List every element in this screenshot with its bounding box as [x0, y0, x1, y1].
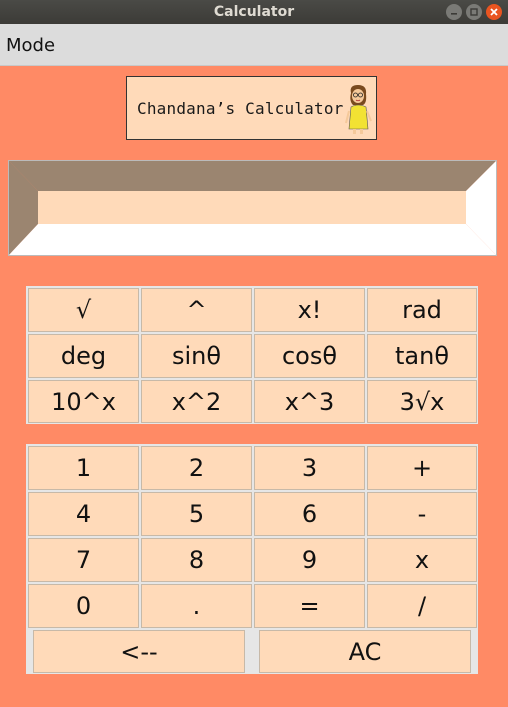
factorial-button[interactable]: x! [254, 288, 365, 332]
minimize-button[interactable] [446, 4, 462, 20]
display-frame [8, 160, 497, 256]
menu-bar: Mode [0, 24, 508, 66]
menu-item-mode[interactable]: Mode [6, 35, 55, 56]
title-bar: Calculator [0, 0, 508, 24]
logo-banner: Chandana’s Calculator [126, 76, 377, 140]
ten-power-button[interactable]: 10^x [28, 380, 139, 423]
equals-button[interactable]: = [254, 584, 365, 628]
close-button[interactable] [486, 4, 502, 20]
display-field[interactable] [38, 191, 466, 224]
square-button[interactable]: x^2 [141, 380, 252, 423]
minus-button[interactable]: - [367, 492, 477, 536]
close-icon [490, 8, 498, 16]
cos-button[interactable]: cosθ [254, 334, 365, 378]
digit-4-button[interactable]: 4 [28, 492, 139, 536]
minimize-icon [451, 13, 457, 15]
plus-button[interactable]: + [367, 446, 477, 490]
deg-button[interactable]: deg [28, 334, 139, 378]
logo-text: Chandana’s Calculator [137, 99, 344, 118]
digit-5-button[interactable]: 5 [141, 492, 252, 536]
rad-button[interactable]: rad [367, 288, 477, 332]
tan-button[interactable]: tanθ [367, 334, 477, 378]
digit-2-button[interactable]: 2 [141, 446, 252, 490]
divide-button[interactable]: / [367, 584, 477, 628]
digit-6-button[interactable]: 6 [254, 492, 365, 536]
decimal-button[interactable]: . [141, 584, 252, 628]
backspace-button[interactable]: <-- [33, 630, 245, 673]
window-title: Calculator [213, 4, 295, 20]
digit-8-button[interactable]: 8 [141, 538, 252, 582]
digit-3-button[interactable]: 3 [254, 446, 365, 490]
number-keypad: 1 2 3 + 4 5 6 - 7 8 9 x 0 . = / <-- AC [26, 444, 478, 674]
multiply-button[interactable]: x [367, 538, 477, 582]
digit-1-button[interactable]: 1 [28, 446, 139, 490]
scientific-keypad: √ ^ x! rad deg sinθ cosθ tanθ 10^x x^2 x… [26, 286, 478, 424]
cube-button[interactable]: x^3 [254, 380, 365, 423]
girl-avatar-icon [345, 85, 372, 134]
sqrt-button[interactable]: √ [28, 288, 139, 332]
digit-9-button[interactable]: 9 [254, 538, 365, 582]
maximize-icon [470, 8, 478, 16]
clear-button[interactable]: AC [259, 630, 471, 673]
digit-0-button[interactable]: 0 [28, 584, 139, 628]
power-button[interactable]: ^ [141, 288, 252, 332]
digit-7-button[interactable]: 7 [28, 538, 139, 582]
sin-button[interactable]: sinθ [141, 334, 252, 378]
cube-root-button[interactable]: 3√x [367, 380, 477, 423]
maximize-button[interactable] [466, 4, 482, 20]
